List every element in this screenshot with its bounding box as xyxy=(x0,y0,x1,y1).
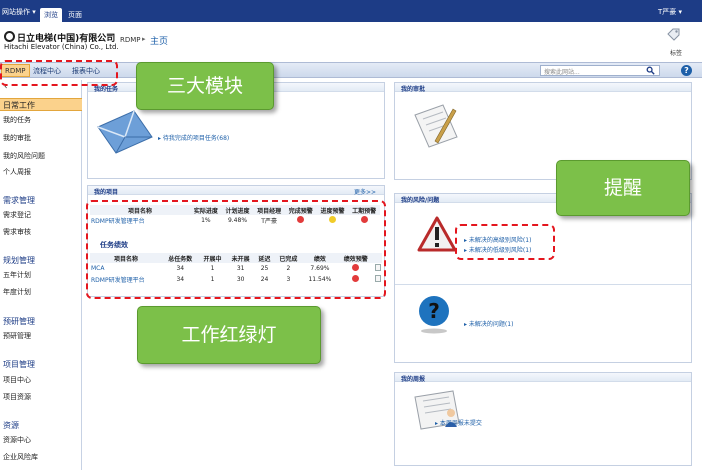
panel-my-risks: 我的风险/问题 ▸ 未解决的高级别风险(1) ▸ 未解决的低级别风险(1) ? … xyxy=(394,193,692,363)
question-icon: ? xyxy=(419,296,449,334)
sidebar-item-req-review[interactable]: 需求审核 xyxy=(0,226,82,239)
more-link[interactable]: 更多>> xyxy=(354,187,376,196)
tab-page[interactable]: 页面 xyxy=(64,8,86,22)
breadcrumb-arrow-icon: ▸ xyxy=(142,35,146,43)
sidebar-item-my-approvals[interactable]: 我的审批 xyxy=(0,132,82,145)
sidebar-item-resource-center[interactable]: 资源中心 xyxy=(0,434,82,447)
sidebar-item-weekly-report[interactable]: 个人周报 xyxy=(0,166,82,179)
sidebar-item-my-tasks[interactable]: 我的任务 xyxy=(0,114,82,127)
panel-weekly-report: 我的周报 ▸ 本周周报未提交 xyxy=(394,372,692,466)
help-icon[interactable]: ? xyxy=(681,65,692,76)
top-ribbon: 网站操作 ▾ 浏览 页面 T严豪 ▾ xyxy=(0,0,702,22)
panel-title-my-projects: 我的项目 xyxy=(94,189,119,196)
sidebar-item-my-risks[interactable]: 我的风险问题 xyxy=(0,150,82,163)
panel-title-weekly-report: 我的周报 xyxy=(401,376,426,383)
callout-reminder: 提醒 xyxy=(556,160,690,216)
left-sidebar: ‹ 日常工作 我的任务 我的审批 我的风险问题 个人周报 需求管理 需求登记 需… xyxy=(0,80,82,470)
tab-browse[interactable]: 浏览 xyxy=(40,8,62,22)
tag-label: 标签 xyxy=(669,50,682,57)
breadcrumb-page: 主页 xyxy=(150,37,169,47)
callout-three-modules: 三大模块 xyxy=(136,62,274,110)
sidebar-item-project-resources[interactable]: 项目资源 xyxy=(0,391,82,404)
sidebar-head-projects[interactable]: 项目管理 xyxy=(3,359,35,370)
search-icon[interactable] xyxy=(646,66,655,75)
sidebar-item-annual-plan[interactable]: 年度计划 xyxy=(0,286,82,299)
approval-document-icon xyxy=(414,104,458,148)
envelope-icon xyxy=(97,110,153,154)
panel-title-my-risks: 我的风险/问题 xyxy=(401,197,440,204)
warning-triangle-icon xyxy=(417,216,457,252)
sidebar-head-requirements[interactable]: 需求管理 xyxy=(3,195,35,206)
sidebar-head-daily-work[interactable]: 日常工作 xyxy=(0,98,82,111)
panel-title-my-approvals: 我的审批 xyxy=(401,86,426,93)
callout-traffic-light: 工作红绿灯 xyxy=(137,306,321,364)
breadcrumb-site[interactable]: RDMP xyxy=(120,36,141,44)
modules-highlight xyxy=(0,60,118,86)
sidebar-head-resources[interactable]: 资源 xyxy=(3,420,19,431)
link-weekly-not-submitted[interactable]: ▸ 本周周报未提交 xyxy=(435,418,482,427)
link-pending-tasks[interactable]: ▸ 待我完成的项目任务(68) xyxy=(158,133,229,142)
sidebar-item-risk-library[interactable]: 企业风险库 xyxy=(0,451,82,464)
company-name-en: Hitachi Elevator (China) Co., Ltd. xyxy=(4,43,119,51)
sidebar-item-five-year-plan[interactable]: 五年计划 xyxy=(0,269,82,282)
sidebar-head-planning[interactable]: 规划管理 xyxy=(3,255,35,266)
link-open-issues[interactable]: ▸ 未解决的问题(1) xyxy=(464,319,513,328)
sidebar-item-req-register[interactable]: 需求登记 xyxy=(0,209,82,222)
reminder-highlight xyxy=(455,224,555,260)
search-input[interactable]: 搜索此网站... xyxy=(540,65,660,76)
site-actions-menu[interactable]: 网站操作 ▾ xyxy=(2,7,36,17)
site-header: 日立电梯(中国)有限公司 Hitachi Elevator (China) Co… xyxy=(0,22,702,62)
user-menu[interactable]: T严豪 ▾ xyxy=(658,7,682,17)
svg-text:?: ? xyxy=(428,299,440,323)
hitachi-logo-icon xyxy=(4,31,15,42)
tag-icon[interactable] xyxy=(666,28,680,42)
sidebar-item-preresearch[interactable]: 预研管理 xyxy=(0,330,82,343)
sidebar-head-preresearch[interactable]: 预研管理 xyxy=(3,316,35,327)
traffic-light-highlight xyxy=(86,200,386,299)
sidebar-item-project-center[interactable]: 项目中心 xyxy=(0,374,82,387)
